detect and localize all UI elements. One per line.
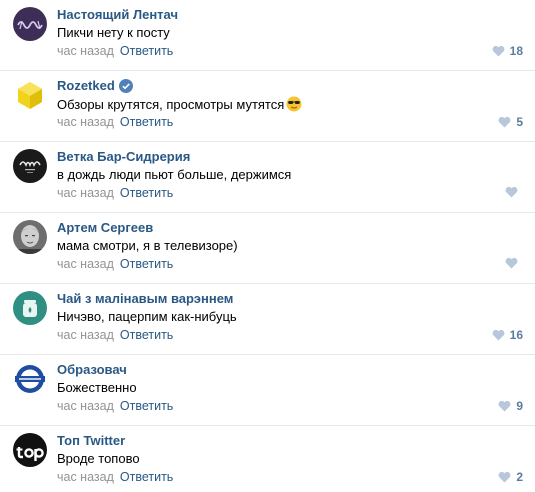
top-logo-icon — [13, 433, 47, 467]
comment-text: Пикчи нету к посту — [57, 25, 170, 40]
like-count: 9 — [516, 399, 523, 413]
like-button[interactable] — [505, 257, 523, 269]
like-button[interactable]: 9 — [498, 399, 523, 413]
comment-author[interactable]: Чай з малінавым варэннем — [57, 291, 233, 306]
comment-time[interactable]: час назад — [57, 115, 114, 129]
reply-button[interactable]: Ответить — [120, 470, 173, 484]
comment-meta: час назад Ответить — [57, 257, 173, 271]
heart-icon — [498, 116, 511, 128]
comment-author[interactable]: Ветка Бар-Сидрерия — [57, 149, 190, 164]
comment-item: Чай з малінавым варэннем Ничэво, пацерпи… — [0, 284, 535, 355]
comment-meta: час назад Ответить — [57, 328, 173, 342]
avatar[interactable] — [13, 7, 47, 41]
person-photo-icon — [13, 220, 47, 254]
like-count: 2 — [516, 470, 523, 484]
heart-icon — [505, 186, 518, 198]
comments-list: Настоящий Лентач Пикчи нету к посту час … — [0, 0, 535, 492]
sunglasses-emoji-icon — [286, 96, 302, 112]
comment-meta: час назад Ответить — [57, 470, 173, 484]
avatar[interactable] — [13, 291, 47, 325]
comment-author[interactable]: Rozetked — [57, 78, 133, 93]
comment-author[interactable]: Настоящий Лентач — [57, 7, 178, 22]
like-button[interactable]: 2 — [498, 470, 523, 484]
comment-item: Топ Twitter Вроде топово час назад Ответи… — [0, 426, 535, 492]
comment-meta: час назад Ответить — [57, 399, 173, 413]
comment-text: Обзоры крутятся, просмотры мутятся — [57, 96, 302, 112]
comment-item: Ветка Бар-Сидрерия в дождь люди пьют бол… — [0, 142, 535, 213]
reply-button[interactable]: Ответить — [120, 115, 173, 129]
comment-text: в дождь люди пьют больше, держимся — [57, 167, 292, 182]
yellow-cube-icon — [13, 78, 47, 112]
avatar[interactable] — [13, 433, 47, 467]
avatar[interactable] — [13, 78, 47, 112]
comment-text-body: Обзоры крутятся, просмотры мутятся — [57, 97, 285, 112]
avatar[interactable] — [13, 362, 47, 396]
comment-author[interactable]: Топ Twitter — [57, 433, 125, 448]
heart-icon — [505, 257, 518, 269]
comment-time[interactable]: час назад — [57, 399, 114, 413]
reply-button[interactable]: Ответить — [120, 257, 173, 271]
comment-text: Божественно — [57, 380, 137, 395]
reply-button[interactable]: Ответить — [120, 44, 173, 58]
like-button[interactable]: 5 — [498, 115, 523, 129]
reply-button[interactable]: Ответить — [120, 186, 173, 200]
comment-author[interactable]: Образовач — [57, 362, 127, 377]
like-button[interactable] — [505, 186, 523, 198]
comment-text: Вроде топово — [57, 451, 140, 466]
comment-item: Rozetked Обзоры крутятся, просмотры мутя… — [0, 71, 535, 142]
comment-meta: час назад Ответить — [57, 186, 173, 200]
heart-icon — [498, 471, 511, 483]
comment-meta: час назад Ответить — [57, 44, 173, 58]
comment-time[interactable]: час назад — [57, 257, 114, 271]
underground-sign-icon — [13, 362, 47, 396]
heart-icon — [492, 45, 505, 57]
comment-text: мама смотри, я в телевизоре) — [57, 238, 238, 253]
vetka-logo-icon — [13, 149, 47, 183]
comment-text: Ничэво, пацерпим как-нибуць — [57, 309, 237, 324]
avatar[interactable] — [13, 220, 47, 254]
comment-item: Артем Сергеев мама смотри, я в телевизор… — [0, 213, 535, 284]
reply-button[interactable]: Ответить — [120, 328, 173, 342]
comment-author[interactable]: Артем Сергеев — [57, 220, 153, 235]
comment-item: Настоящий Лентач Пикчи нету к посту час … — [0, 0, 535, 71]
tea-jar-icon — [13, 291, 47, 325]
comment-time[interactable]: час назад — [57, 186, 114, 200]
heart-icon — [492, 329, 505, 341]
like-count: 5 — [516, 115, 523, 129]
comment-time[interactable]: час назад — [57, 44, 114, 58]
comment-time[interactable]: час назад — [57, 328, 114, 342]
like-button[interactable]: 16 — [492, 328, 523, 342]
heart-icon — [498, 400, 511, 412]
comment-time[interactable]: час назад — [57, 470, 114, 484]
wave-logo-icon — [13, 7, 47, 41]
avatar[interactable] — [13, 149, 47, 183]
author-name[interactable]: Rozetked — [57, 78, 115, 93]
verified-icon — [118, 79, 133, 93]
like-count: 18 — [509, 44, 523, 58]
like-button[interactable]: 18 — [492, 44, 523, 58]
like-count: 16 — [509, 328, 523, 342]
reply-button[interactable]: Ответить — [120, 399, 173, 413]
comment-item: Образовач Божественно час назад Ответить … — [0, 355, 535, 426]
comment-meta: час назад Ответить — [57, 115, 173, 129]
